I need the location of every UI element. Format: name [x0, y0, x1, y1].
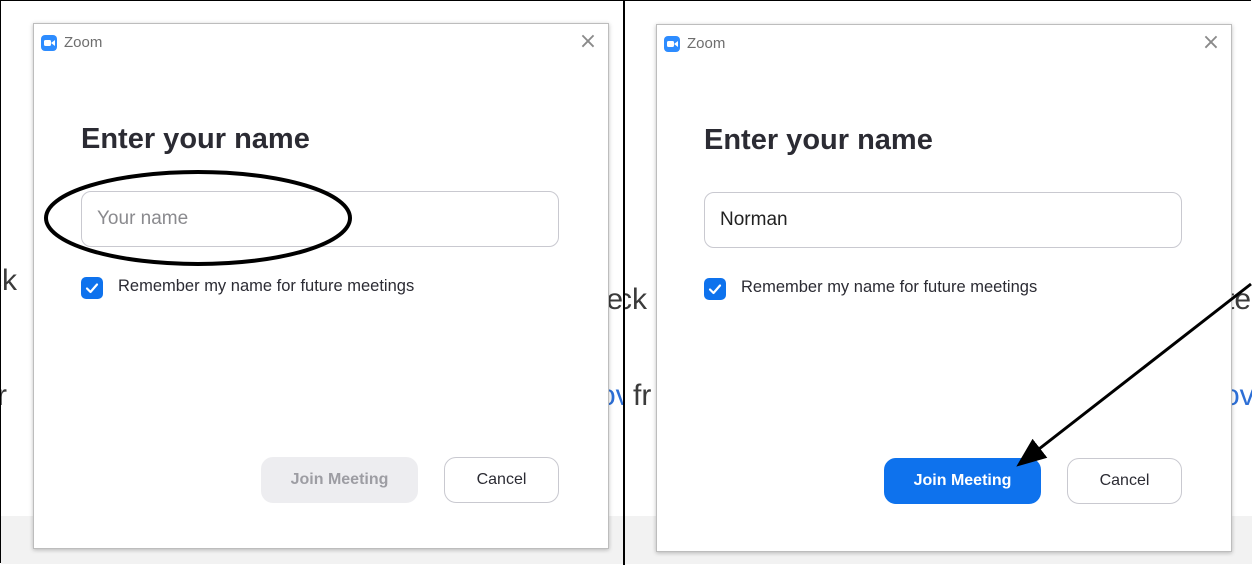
window-title: Zoom: [687, 35, 726, 52]
dialog-titlebar: Zoom ×: [34, 24, 608, 62]
join-meeting-button[interactable]: Join Meeting: [884, 458, 1041, 504]
join-meeting-button[interactable]: Join Meeting: [261, 457, 418, 503]
step-panel-left: ck te r ov Zoom × Enter your name Rememb…: [1, 1, 623, 564]
remember-checkbox[interactable]: [704, 278, 726, 300]
checkmark-icon: [85, 283, 99, 294]
enter-name-dialog: Zoom × Enter your name Remember my name …: [656, 24, 1232, 552]
cancel-button[interactable]: Cancel: [444, 457, 559, 503]
close-icon[interactable]: ×: [576, 30, 600, 54]
dialog-titlebar: Zoom ×: [657, 25, 1231, 63]
background-text-fragment: fr: [633, 379, 652, 412]
background-text-fragment: ck: [625, 283, 647, 316]
enter-name-dialog: Zoom × Enter your name Remember my name …: [33, 23, 609, 549]
window-title: Zoom: [64, 34, 103, 51]
background-text-fragment: ck: [1, 264, 17, 297]
dialog-heading: Enter your name: [81, 123, 310, 155]
name-input[interactable]: [81, 191, 559, 247]
dialog-heading: Enter your name: [704, 124, 933, 156]
remember-label: Remember my name for future meetings: [741, 278, 1038, 296]
zoom-logo-icon: [664, 36, 680, 52]
remember-label: Remember my name for future meetings: [118, 277, 415, 295]
close-icon[interactable]: ×: [1199, 31, 1223, 55]
cancel-button[interactable]: Cancel: [1067, 458, 1182, 504]
checkmark-icon: [708, 284, 722, 295]
background-text-fragment: r: [1, 379, 7, 412]
zoom-logo-icon: [41, 35, 57, 51]
step-panel-right: ck te fr ov Zoom × Enter your name Remem…: [625, 1, 1252, 564]
remember-checkbox[interactable]: [81, 277, 103, 299]
name-input[interactable]: [704, 192, 1182, 248]
